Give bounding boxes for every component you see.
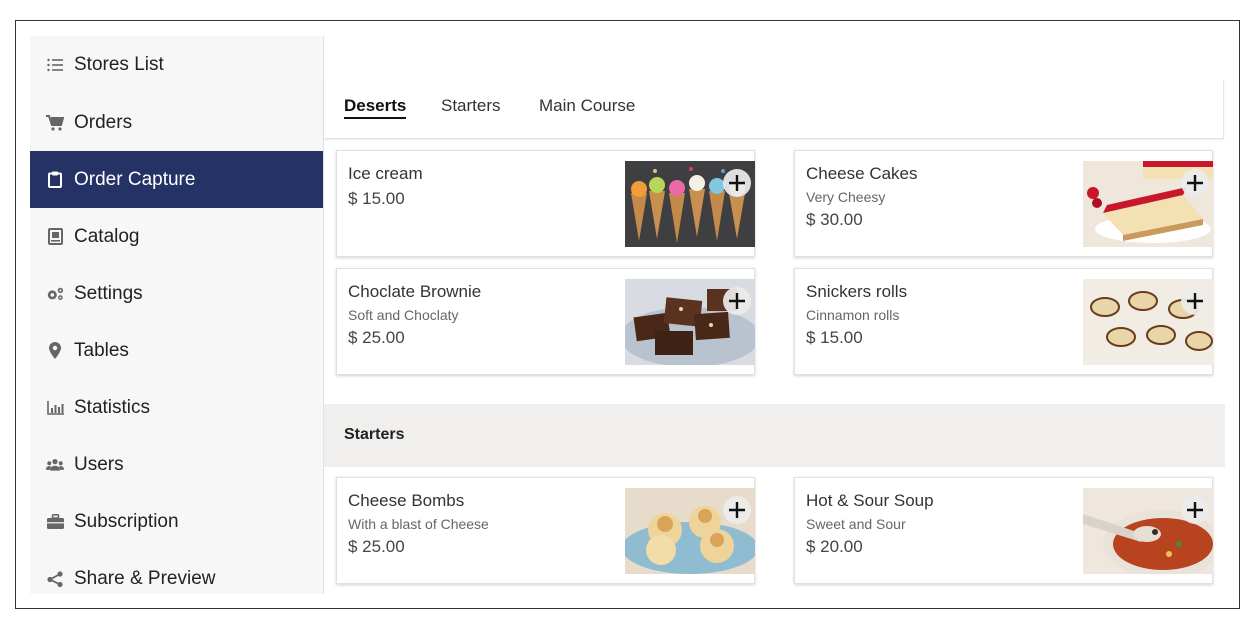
plus-icon [729,175,745,191]
main-content: Deserts Starters Main Course Ice cream $… [324,36,1225,594]
section-header-starters: Starters [324,404,1225,467]
add-item-button[interactable] [1181,496,1209,524]
item-description: Sweet and Sour [806,516,906,532]
sidebar-item-label: Subscription [74,510,179,532]
plus-icon [729,502,745,518]
add-item-button[interactable] [723,496,751,524]
plus-icon [1187,175,1203,191]
briefcase-icon [46,513,64,531]
share-icon [46,570,64,588]
menu-item-card[interactable]: Cheese Bombs With a blast of Cheese $ 25… [336,477,755,584]
item-description: Soft and Choclaty [348,307,459,323]
list-icon [46,56,64,74]
users-icon [46,456,64,474]
item-price: $ 25.00 [348,537,405,556]
item-price: $ 15.00 [348,189,405,208]
item-description: Very Cheesy [806,189,886,205]
plus-icon [1187,293,1203,309]
add-item-button[interactable] [723,287,751,315]
sidebar-item-label: Stores List [74,53,164,75]
menu-item-card[interactable]: Choclate Brownie Soft and Choclaty $ 25.… [336,268,755,375]
cart-icon [46,114,64,132]
sidebar-item-tables[interactable]: Tables [30,322,323,379]
menu-item-card[interactable]: Snickers rolls Cinnamon rolls $ 15.00 [794,268,1213,375]
sidebar-item-statistics[interactable]: Statistics [30,379,323,436]
sidebar-item-stores-list[interactable]: Stores List [30,36,323,93]
item-price: $ 30.00 [806,210,863,229]
sidebar-item-orders[interactable]: Orders [30,94,323,151]
sidebar-item-subscription[interactable]: Subscription [30,493,323,550]
sidebar-item-label: Statistics [74,396,151,418]
bar-chart-icon [46,399,64,417]
sidebar-item-label: Tables [74,339,129,361]
plus-icon [729,293,745,309]
sidebar-item-settings[interactable]: Settings [30,265,323,322]
gears-icon [46,285,64,303]
item-description: With a blast of Cheese [348,516,489,532]
sidebar-item-label: Order Capture [74,168,196,190]
map-pin-icon [46,342,64,360]
item-name: Hot & Sour Soup [806,491,934,510]
item-name: Choclate Brownie [348,282,482,301]
sidebar-item-label: Share & Preview [74,567,216,589]
item-name: Cheese Cakes [806,164,918,183]
menu-item-card[interactable]: Cheese Cakes Very Cheesy $ 30.00 [794,150,1213,257]
tab-starters[interactable]: Starters [441,96,501,116]
plus-icon [1187,502,1203,518]
tab-deserts[interactable]: Deserts [344,96,407,119]
sidebar-item-order-capture[interactable]: Order Capture [30,151,323,208]
item-name: Snickers rolls [806,282,908,301]
menu-item-card[interactable]: Hot & Sour Soup Sweet and Sour $ 20.00 [794,477,1213,584]
item-price: $ 15.00 [806,328,863,347]
sidebar: Stores List Orders Order Capture Catalog… [30,36,324,594]
sidebar-item-label: Settings [74,282,143,304]
item-price: $ 20.00 [806,537,863,556]
catalog-icon [46,228,64,246]
item-name: Cheese Bombs [348,491,465,510]
sidebar-item-share-preview[interactable]: Share & Preview [30,550,323,607]
item-description: Cinnamon rolls [806,307,900,323]
sidebar-item-label: Orders [74,111,133,133]
tab-main-course[interactable]: Main Course [539,96,635,116]
sidebar-item-catalog[interactable]: Catalog [30,208,323,265]
sidebar-item-users[interactable]: Users [30,436,323,493]
sidebar-item-label: Users [74,453,124,475]
category-tabs: Deserts Starters Main Course [324,80,1224,139]
menu-item-card[interactable]: Ice cream $ 15.00 [336,150,755,257]
add-item-button[interactable] [1181,287,1209,315]
clipboard-icon [46,171,64,189]
item-name: Ice cream [348,164,423,183]
section-title: Starters [344,426,405,443]
item-price: $ 25.00 [348,328,405,347]
add-item-button[interactable] [1181,169,1209,197]
add-item-button[interactable] [723,169,751,197]
sidebar-item-label: Catalog [74,225,140,247]
